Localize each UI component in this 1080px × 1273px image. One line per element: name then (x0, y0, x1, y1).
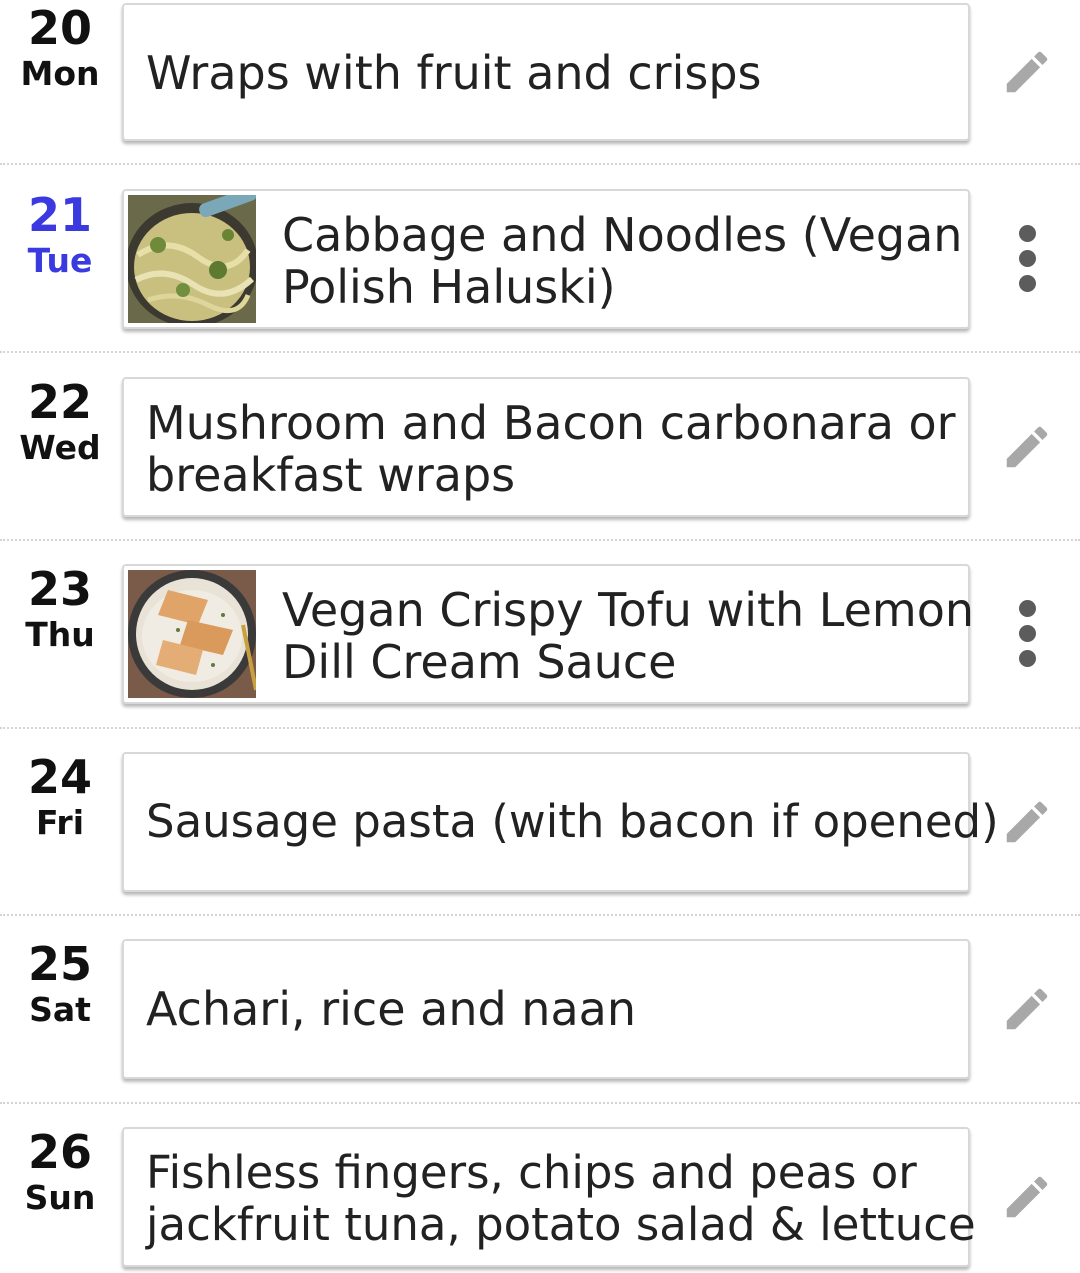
more-options-button[interactable] (995, 599, 1059, 667)
recipe-thumbnail (128, 195, 256, 323)
meal-title-line: Sausage pasta (with bacon if opened) (146, 795, 999, 848)
meal-title-line: jackfruit tuna, potato salad & lettuce (146, 1198, 976, 1251)
day-date: 26 Sun (0, 1126, 120, 1218)
day-number: 24 (27, 750, 92, 804)
meal-title: Cabbage and Noodles (Vegan Polish Halusk… (282, 208, 963, 314)
meal-card[interactable]: Achari, rice and naan (122, 939, 970, 1079)
day-of-week: Wed (19, 428, 101, 467)
row-divider (0, 727, 1080, 729)
recipe-thumbnail (128, 570, 256, 698)
more-vert-icon (1018, 599, 1036, 667)
pencil-icon (1006, 988, 1048, 1030)
row-divider (0, 351, 1080, 353)
day-number: 23 (27, 562, 92, 616)
day-of-week: Mon (20, 54, 100, 93)
day-of-week: Sun (24, 1178, 96, 1217)
pencil-icon (1006, 51, 1048, 93)
meal-title-line: Polish Haluski) (282, 260, 616, 314)
row-divider (0, 539, 1080, 541)
meal-title: Achari, rice and naan (146, 983, 954, 1035)
edit-button[interactable] (995, 415, 1059, 479)
meal-title-line: Fishless fingers, chips and peas or (146, 1146, 917, 1199)
meal-title-line: breakfast wraps (146, 448, 516, 502)
day-of-week: Thu (25, 615, 95, 654)
meal-card[interactable]: Mushroom and Bacon carbonara or breakfas… (122, 377, 970, 517)
more-vert-icon (1018, 224, 1036, 292)
day-number: 20 (27, 1, 92, 55)
meal-title: Fishless fingers, chips and peas or jack… (146, 1146, 976, 1251)
pencil-icon (1006, 426, 1048, 468)
pencil-icon (1006, 801, 1048, 843)
day-number: 26 (27, 1125, 92, 1179)
day-date: 21 Tue (0, 189, 120, 281)
meal-title: Mushroom and Bacon carbonara or breakfas… (146, 396, 956, 502)
day-of-week: Fri (35, 803, 85, 842)
edit-button[interactable] (995, 790, 1059, 854)
edit-button[interactable] (995, 977, 1059, 1041)
edit-button[interactable] (995, 40, 1059, 104)
pencil-icon (1006, 1176, 1048, 1218)
edit-button[interactable] (995, 1165, 1059, 1229)
row-divider (0, 163, 1080, 165)
meal-title-line: Mushroom and Bacon carbonara or (146, 396, 956, 450)
more-options-button[interactable] (995, 224, 1059, 292)
meal-title-line: Wraps with fruit and crisps (146, 46, 762, 100)
meal-title: Wraps with fruit and crisps (146, 47, 954, 99)
day-of-week: Tue (27, 241, 93, 280)
day-number: 25 (27, 937, 92, 991)
meal-title-line: Cabbage and Noodles (Vegan (282, 208, 963, 262)
day-number: 22 (27, 375, 92, 429)
row-divider (0, 914, 1080, 916)
meal-title-line: Achari, rice and naan (146, 982, 636, 1036)
meal-card[interactable]: Fishless fingers, chips and peas or jack… (122, 1127, 976, 1267)
day-date: 23 Thu (0, 563, 120, 655)
day-date: 24 Fri (0, 751, 120, 843)
meal-card[interactable]: Vegan Crispy Tofu with Lemon Dill Cream … (122, 564, 975, 704)
meal-title: Sausage pasta (with bacon if opened) (146, 795, 999, 848)
day-date: 20 Mon (0, 2, 120, 94)
meal-card[interactable]: Wraps with fruit and crisps (122, 3, 970, 141)
day-number: 21 (27, 188, 92, 242)
day-date: 25 Sat (0, 938, 120, 1030)
meal-title-line: Vegan Crispy Tofu with Lemon (282, 583, 975, 637)
row-divider (0, 1102, 1080, 1104)
day-date: 22 Wed (0, 376, 120, 468)
meal-title-line: Dill Cream Sauce (282, 635, 677, 689)
day-of-week: Sat (29, 990, 91, 1029)
meal-title: Vegan Crispy Tofu with Lemon Dill Cream … (282, 583, 975, 689)
meal-card[interactable]: Cabbage and Noodles (Vegan Polish Halusk… (122, 189, 970, 329)
meal-card[interactable]: Sausage pasta (with bacon if opened) (122, 752, 999, 892)
